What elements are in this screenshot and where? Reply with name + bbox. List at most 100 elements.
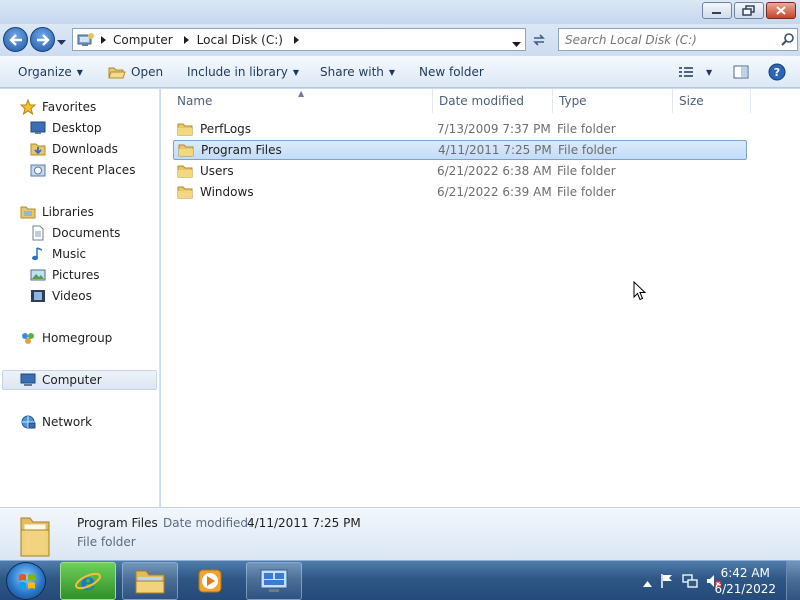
open-button[interactable]: Open — [108, 56, 163, 88]
help-icon: ? — [768, 63, 786, 81]
file-date: 6/21/2022 6:39 AM — [437, 185, 552, 199]
breadcrumb-separator[interactable] — [181, 29, 193, 50]
show-hidden-icons-button[interactable] — [643, 576, 652, 590]
nav-documents[interactable]: Documents — [30, 223, 120, 243]
music-icon — [32, 247, 43, 261]
start-button[interactable] — [6, 562, 46, 600]
file-row-selected[interactable]: Program Files 4/11/2011 7:25 PM File fol… — [173, 140, 747, 160]
nav-label: Recent Places — [52, 163, 136, 177]
nav-videos[interactable]: Videos — [30, 286, 92, 306]
preview-pane-icon — [733, 65, 749, 79]
file-row[interactable]: Users 6/21/2022 6:38 AM File folder — [173, 161, 747, 181]
nav-recent-places[interactable]: Recent Places — [30, 160, 135, 180]
back-button[interactable] — [3, 27, 28, 52]
star-icon — [20, 99, 36, 115]
clock-date: 6/21/2022 — [714, 582, 776, 596]
include-in-library-button[interactable]: Include in library ▼ — [187, 56, 299, 88]
view-list-icon — [679, 67, 693, 77]
chevron-down-icon — [57, 40, 66, 45]
nav-desktop[interactable]: Desktop — [30, 118, 102, 138]
folder-icon — [177, 123, 193, 136]
nav-music[interactable]: Music — [30, 244, 86, 264]
file-row[interactable]: Windows 6/21/2022 6:39 AM File folder — [173, 182, 747, 202]
nav-network[interactable]: Network — [20, 412, 92, 432]
column-header-date-modified[interactable]: Date modified — [433, 89, 553, 113]
new-folder-button[interactable]: New folder — [419, 56, 484, 88]
system-tray — [643, 573, 722, 592]
caret-down-icon: ▼ — [388, 67, 396, 77]
breadcrumb-separator[interactable] — [97, 29, 109, 50]
nav-downloads[interactable]: Downloads — [30, 139, 118, 159]
title-bar — [0, 0, 800, 24]
action-center-icon[interactable] — [660, 573, 674, 592]
file-name-cell: Users — [177, 164, 234, 178]
details-type: File folder — [77, 535, 136, 549]
file-type: File folder — [557, 185, 616, 199]
chevron-down-icon — [512, 42, 521, 47]
recent-pages-dropdown[interactable] — [57, 35, 66, 49]
new-folder-label: New folder — [419, 65, 484, 79]
taskbar-media-player[interactable] — [182, 562, 238, 600]
minimize-button[interactable] — [702, 2, 732, 19]
libraries-icon — [20, 206, 36, 219]
clock-time: 6:42 AM — [720, 566, 770, 580]
network-tray-icon[interactable] — [682, 573, 698, 592]
nav-label: Music — [52, 247, 87, 261]
column-header-type[interactable]: Type — [553, 89, 673, 113]
window-controls — [702, 2, 796, 19]
file-name: Program Files — [201, 143, 282, 157]
file-name: Windows — [200, 185, 254, 199]
file-date: 6/21/2022 6:38 AM — [437, 164, 552, 178]
address-bar[interactable]: Computer Local Disk (C:) — [72, 28, 526, 51]
column-header-name[interactable]: Name — [171, 89, 433, 113]
show-desktop-button[interactable] — [786, 561, 800, 600]
arrow-left-icon — [8, 33, 22, 46]
search-box[interactable] — [558, 28, 798, 51]
organize-button[interactable]: Organize ▼ — [18, 56, 83, 88]
nav-label: Libraries — [42, 205, 94, 219]
help-button[interactable]: ? — [768, 62, 786, 82]
clock[interactable]: 6:42 AM 6/21/2022 — [714, 565, 776, 597]
computer-location-icon — [73, 29, 97, 50]
address-history-dropdown[interactable] — [512, 37, 521, 51]
file-name: Users — [200, 164, 234, 178]
share-with-label: Share with — [320, 65, 384, 79]
breadcrumb-local-disk[interactable]: Local Disk (C:) — [193, 29, 291, 50]
nav-pictures[interactable]: Pictures — [30, 265, 100, 285]
close-button[interactable] — [766, 2, 796, 19]
column-header-label: Date modified — [439, 94, 525, 108]
forward-button[interactable] — [30, 27, 55, 52]
refresh-button[interactable] — [528, 28, 550, 51]
nav-favorites[interactable]: Favorites — [20, 97, 96, 117]
taskbar-windows-explorer[interactable] — [122, 562, 178, 600]
taskbar-remote-desktop[interactable] — [246, 562, 302, 600]
change-view-button[interactable]: ▼ — [678, 62, 712, 82]
folder-icon — [177, 165, 193, 178]
search-icon[interactable] — [777, 30, 797, 50]
share-with-button[interactable]: Share with ▼ — [320, 56, 395, 88]
taskbar-internet-explorer[interactable]: e — [60, 562, 116, 600]
file-name-cell: PerfLogs — [177, 122, 251, 136]
column-header-size[interactable]: Size — [673, 89, 751, 113]
preview-pane-button[interactable] — [733, 62, 749, 82]
search-input[interactable] — [559, 32, 777, 47]
network-icon — [21, 415, 36, 429]
caret-down-icon: ▼ — [292, 67, 300, 77]
downloads-folder-icon — [30, 143, 46, 156]
file-row[interactable]: PerfLogs 7/13/2009 7:37 PM File folder — [173, 119, 747, 139]
breadcrumb-separator[interactable] — [291, 29, 303, 50]
navigation-pane: Favorites Desktop Downloads Recent Place… — [0, 89, 160, 507]
caret-down-icon[interactable]: ▼ — [706, 68, 712, 77]
remote-desktop-icon — [260, 569, 288, 592]
breadcrumb-computer[interactable]: Computer — [109, 29, 181, 50]
caret-down-icon: ▼ — [76, 67, 83, 77]
file-type: File folder — [557, 122, 616, 136]
organize-label: Organize — [18, 65, 72, 79]
nav-computer[interactable]: Computer — [2, 370, 157, 390]
nav-libraries[interactable]: Libraries — [20, 202, 94, 222]
restore-button[interactable] — [734, 2, 764, 19]
nav-homegroup[interactable]: Homegroup — [20, 328, 112, 348]
column-header-label: Size — [679, 94, 704, 108]
taskbar: e 6:42 AM 6/21/2022 — [0, 560, 800, 600]
file-name: PerfLogs — [200, 122, 252, 136]
